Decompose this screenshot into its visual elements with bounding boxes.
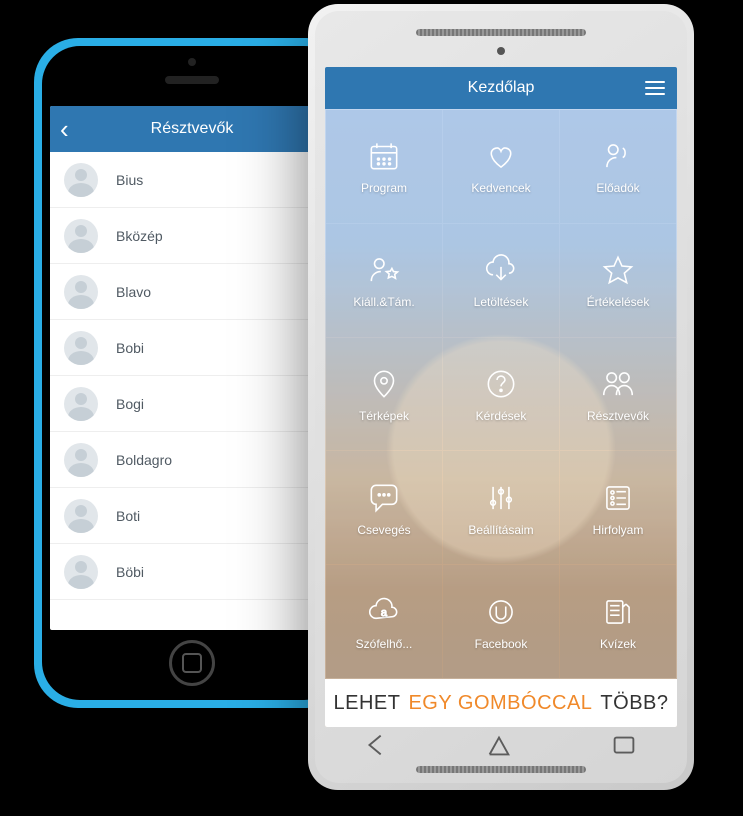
banner-word-1: Lehet: [334, 692, 401, 715]
tile-label: Program: [361, 181, 407, 195]
heart-icon: [482, 137, 520, 175]
home-grid: Program Kedvencek Előadók Kiáll.&Tám. Letölt…: [325, 109, 677, 679]
banner-word-3: több?: [600, 692, 668, 715]
avatar: [64, 163, 98, 197]
list-item[interactable]: Bogi: [50, 376, 334, 432]
tile-label: Csevegés: [357, 523, 410, 537]
back-button[interactable]: ‹: [60, 116, 69, 142]
person-star-icon: [365, 251, 403, 289]
feed-icon: [599, 479, 637, 517]
tile-person-star[interactable]: Kiáll.&Tám.: [326, 224, 442, 337]
android-screen: Kezdőlap Program Kedvencek Előadók Kiáll.&T…: [325, 67, 677, 727]
contact-name: Bius: [116, 172, 143, 188]
list-item[interactable]: Bközép: [50, 208, 334, 264]
tile-download-cloud[interactable]: Letöltések: [443, 224, 559, 337]
chat-icon: [365, 479, 403, 517]
nav-back-button[interactable]: [363, 730, 389, 760]
page-title: Kezdőlap: [468, 79, 535, 97]
tile-label: Térképek: [359, 409, 409, 423]
tile-quiz[interactable]: Kvízek: [560, 565, 676, 678]
tile-label: Hirfolyam: [593, 523, 644, 537]
iphone-device: ‹ Résztvevők Bius Bközép Blavo Bobi Bogi Bold…: [34, 38, 350, 708]
quiz-icon: [599, 593, 637, 631]
tile-heart[interactable]: Kedvencek: [443, 110, 559, 223]
tile-calendar[interactable]: Program: [326, 110, 442, 223]
tile-label: Kiáll.&Tám.: [353, 295, 414, 309]
nav-recent-button[interactable]: [609, 730, 639, 760]
tile-people[interactable]: Résztvevők: [560, 338, 676, 451]
nav-home-button[interactable]: [484, 730, 514, 760]
iphone-camera: [188, 58, 196, 66]
contact-name: Bogi: [116, 396, 144, 412]
u-circle-icon: [482, 593, 520, 631]
tile-label: Beállításaim: [468, 523, 533, 537]
list-item[interactable]: Boti: [50, 488, 334, 544]
speaker-top: [416, 29, 586, 36]
speaker-icon: [599, 137, 637, 175]
iphone-header: ‹ Résztvevők: [50, 106, 334, 152]
iphone-earpiece: [165, 76, 219, 84]
people-icon: [599, 365, 637, 403]
tile-label: Értékelések: [587, 295, 650, 309]
tile-label: Kedvencek: [471, 181, 530, 195]
avatar: [64, 219, 98, 253]
download-cloud-icon: [482, 251, 520, 289]
banner-word-2: egy gombóccal: [408, 692, 592, 715]
tile-label: Szófelhő...: [356, 637, 413, 651]
list-item[interactable]: Bobi: [50, 320, 334, 376]
contact-name: Bobi: [116, 340, 144, 356]
map-pin-icon: [365, 365, 403, 403]
tile-speaker[interactable]: Előadók: [560, 110, 676, 223]
promo-banner: Lehet egy gombóccal több?: [325, 679, 677, 727]
contact-name: Boti: [116, 508, 140, 524]
sliders-icon: [482, 479, 520, 517]
tile-question[interactable]: Kérdések: [443, 338, 559, 451]
list-item[interactable]: Böbi: [50, 544, 334, 600]
android-device: Kezdőlap Program Kedvencek Előadók Kiáll.&T…: [308, 4, 694, 790]
tile-sliders[interactable]: Beállításaim: [443, 451, 559, 564]
contact-name: Boldagro: [116, 452, 172, 468]
android-bezel: Kezdőlap Program Kedvencek Előadók Kiáll.&T…: [315, 11, 687, 783]
home-button[interactable]: [169, 640, 215, 686]
avatar: [64, 443, 98, 477]
calendar-icon: [365, 137, 403, 175]
android-camera: [497, 47, 505, 55]
contacts-list[interactable]: Bius Bközép Blavo Bobi Bogi Boldagro Boti Böbi: [50, 152, 334, 630]
list-item[interactable]: Bius: [50, 152, 334, 208]
avatar: [64, 331, 98, 365]
page-title: Résztvevők: [50, 120, 334, 138]
contact-name: Böbi: [116, 564, 144, 580]
tile-label: Facebook: [475, 637, 528, 651]
tile-cloud-a[interactable]: Szófelhő...: [326, 565, 442, 678]
android-nav-bar: [315, 731, 687, 759]
android-header: Kezdőlap: [325, 67, 677, 109]
star-icon: [599, 251, 637, 289]
menu-icon[interactable]: [645, 81, 665, 95]
home-background: Program Kedvencek Előadók Kiáll.&Tám. Letölt…: [325, 109, 677, 727]
tile-label: Kérdések: [476, 409, 527, 423]
avatar: [64, 275, 98, 309]
avatar: [64, 555, 98, 589]
avatar: [64, 499, 98, 533]
avatar: [64, 387, 98, 421]
tile-chat[interactable]: Csevegés: [326, 451, 442, 564]
contact-name: Bközép: [116, 228, 163, 244]
tile-map-pin[interactable]: Térképek: [326, 338, 442, 451]
iphone-screen: ‹ Résztvevők Bius Bközép Blavo Bobi Bogi Bold…: [50, 106, 334, 630]
tile-feed[interactable]: Hirfolyam: [560, 451, 676, 564]
tile-label: Kvízek: [600, 637, 636, 651]
list-item[interactable]: Blavo: [50, 264, 334, 320]
tile-star[interactable]: Értékelések: [560, 224, 676, 337]
iphone-bezel: ‹ Résztvevők Bius Bközép Blavo Bobi Bogi Bold…: [42, 46, 342, 700]
speaker-bottom: [416, 766, 586, 773]
contact-name: Blavo: [116, 284, 151, 300]
tile-label: Résztvevők: [587, 409, 649, 423]
list-item[interactable]: Boldagro: [50, 432, 334, 488]
question-icon: [482, 365, 520, 403]
tile-u-circle[interactable]: Facebook: [443, 565, 559, 678]
tile-label: Előadók: [596, 181, 639, 195]
cloud-a-icon: [365, 593, 403, 631]
tile-label: Letöltések: [474, 295, 529, 309]
